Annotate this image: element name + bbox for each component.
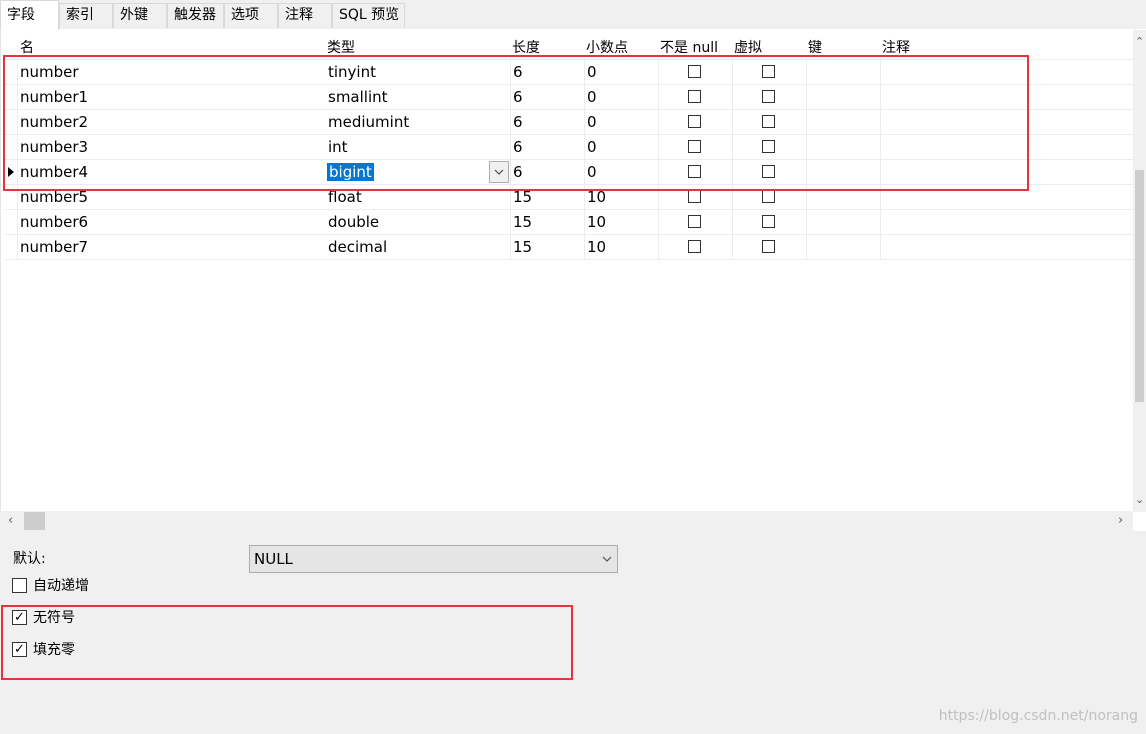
field-decimals[interactable]: 10 [587,210,606,235]
field-type[interactable]: int [328,135,348,160]
field-type[interactable]: double [328,210,379,235]
field-name[interactable]: number6 [20,210,88,235]
column-header-name[interactable]: 名 [20,37,34,59]
not-null-checkbox[interactable] [688,140,701,153]
vertical-scroll-thumb[interactable] [1135,170,1144,402]
column-header-key[interactable]: 键 [808,37,822,59]
field-decimals[interactable]: 10 [587,235,606,260]
zerofill-label: 填充零 [33,642,75,658]
unsigned-label: 无符号 [33,610,75,626]
field-grid: 名 类型 长度 小数点 不是 null 虚拟 键 注释 number tinyi… [0,29,1146,511]
field-length[interactable]: 15 [513,185,532,210]
field-length[interactable]: 6 [513,110,523,135]
horizontal-scrollbar[interactable]: ‹ › [0,511,1133,531]
scroll-right-icon[interactable]: › [1118,514,1123,527]
zerofill-checkbox[interactable]: ✓ [12,642,27,657]
field-decimals[interactable]: 10 [587,185,606,210]
field-type[interactable]: mediumint [328,110,409,135]
field-type[interactable]: smallint [328,85,388,110]
tab-comment[interactable]: 注释 [278,3,332,28]
column-header-comment[interactable]: 注释 [882,37,910,59]
auto-increment-label: 自动递增 [33,578,89,594]
virtual-checkbox[interactable] [762,90,775,103]
chevron-down-icon [602,556,612,562]
field-name[interactable]: number1 [20,85,88,110]
default-value-select[interactable]: NULL [249,545,618,573]
field-type[interactable]: decimal [328,235,387,260]
not-null-checkbox[interactable] [688,90,701,103]
tab-sql-preview[interactable]: SQL 预览 [332,3,405,28]
field-decimals[interactable]: 0 [587,110,597,135]
tab-triggers[interactable]: 触发器 [167,3,224,28]
column-header-virtual[interactable]: 虚拟 [734,37,762,59]
field-type[interactable]: float [328,185,362,210]
scroll-left-icon[interactable]: ‹ [8,514,13,527]
not-null-checkbox[interactable] [688,240,701,253]
field-decimals[interactable]: 0 [587,160,597,185]
scroll-down-icon[interactable]: ⌄ [1135,494,1144,506]
virtual-checkbox[interactable] [762,65,775,78]
field-type[interactable]: tinyint [328,60,376,85]
horizontal-scroll-thumb[interactable] [24,512,45,530]
field-type-editor[interactable]: bigint [327,160,374,185]
field-name[interactable]: number [20,60,79,85]
tab-foreign-keys[interactable]: 外键 [113,3,167,28]
tab-fields[interactable]: 字段 [0,0,59,30]
not-null-checkbox[interactable] [688,115,701,128]
virtual-checkbox[interactable] [762,115,775,128]
virtual-checkbox[interactable] [762,165,775,178]
virtual-checkbox[interactable] [762,240,775,253]
highlight-box-options [1,605,573,680]
not-null-checkbox[interactable] [688,190,701,203]
current-row-indicator-icon [8,167,14,177]
field-name[interactable]: number2 [20,110,88,135]
default-value-text: NULL [254,550,293,568]
watermark: https://blog.csdn.net/norang [938,708,1138,724]
column-header-length[interactable]: 长度 [512,37,540,59]
vertical-scrollbar[interactable]: ⌃ ⌄ [1133,30,1146,512]
virtual-checkbox[interactable] [762,140,775,153]
not-null-checkbox[interactable] [688,65,701,78]
column-header-type[interactable]: 类型 [327,37,355,59]
field-length[interactable]: 15 [513,235,532,260]
field-type-selected-text[interactable]: bigint [327,163,374,181]
field-name[interactable]: number7 [20,235,88,260]
field-length[interactable]: 15 [513,210,532,235]
virtual-checkbox[interactable] [762,215,775,228]
field-length[interactable]: 6 [513,85,523,110]
not-null-checkbox[interactable] [688,165,701,178]
field-decimals[interactable]: 0 [587,135,597,160]
unsigned-checkbox[interactable]: ✓ [12,610,27,625]
virtual-checkbox[interactable] [762,190,775,203]
auto-increment-checkbox[interactable] [12,578,27,593]
field-properties-panel: 默认: NULL 自动递增 ✓ 无符号 ✓ 填充零 https://blog.c… [0,531,1146,734]
tab-indexes[interactable]: 索引 [59,3,113,28]
default-label: 默认: [13,551,46,567]
column-header-decimals[interactable]: 小数点 [586,37,628,59]
tab-strip: 字段 索引 外键 触发器 选项 注释 SQL 预览 [0,0,1146,30]
field-name[interactable]: number5 [20,185,88,210]
not-null-checkbox[interactable] [688,215,701,228]
column-header-not-null[interactable]: 不是 null [660,37,718,59]
scroll-up-icon[interactable]: ⌃ [1135,36,1144,48]
field-decimals[interactable]: 0 [587,60,597,85]
chevron-down-icon [494,169,504,175]
type-dropdown-button[interactable] [489,161,509,183]
tab-options[interactable]: 选项 [224,3,278,28]
field-name[interactable]: number3 [20,135,88,160]
field-length[interactable]: 6 [513,135,523,160]
field-length[interactable]: 6 [513,60,523,85]
field-length[interactable]: 6 [513,160,523,185]
field-decimals[interactable]: 0 [587,85,597,110]
field-name[interactable]: number4 [20,160,88,185]
